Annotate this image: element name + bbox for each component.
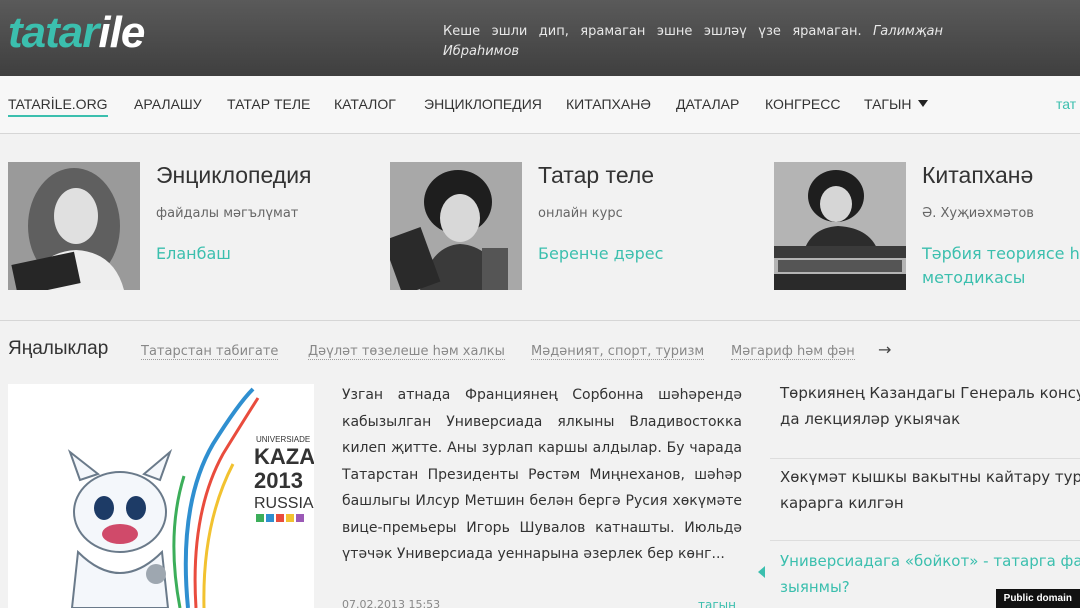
nav-item-tatarile-org[interactable]: TATARİLE.ORG (8, 96, 108, 117)
card-link[interactable]: Беренче дәрес (538, 242, 770, 266)
news-section-title: Яңалыклар (8, 338, 109, 359)
nav-item-katalog[interactable]: КАТАЛОГ (334, 96, 396, 112)
arrow-right-icon[interactable]: → (878, 340, 891, 359)
side-news-line: Төркиянең Казандагы Генераль консу (780, 384, 1080, 402)
nav-item-language[interactable]: тат (1056, 96, 1076, 112)
nav-item-kitaphane[interactable]: КИТАПХАНӘ (566, 96, 651, 112)
feature-card-library: Китапханә Ә. Хуҗиәхмәтов Тәрбия теориясе… (774, 162, 1080, 302)
logo-part-ile: ile (98, 8, 145, 57)
nav-item-datalar[interactable]: ДАТАЛАР (676, 96, 739, 112)
nav-item-kongress[interactable]: КОНГРЕСС (765, 96, 840, 112)
section-divider (0, 320, 1080, 321)
side-news-item[interactable]: Хөкүмәт кышкы вакытны кайтару туры карар… (770, 464, 1080, 516)
quote-text: Кеше эшли дип, ярамаган эшне эшләү үзе я… (443, 24, 862, 39)
logo-part-tatar: tatar (8, 8, 99, 57)
news-tab-state[interactable]: Дәүләт төзелеше һәм халкы (308, 344, 505, 360)
header-bar: tatarile Кеше эшли дип, ярамаган эшне эш… (0, 0, 1080, 76)
card-title[interactable]: Татар теле (538, 162, 654, 189)
nav-item-encyclopedia[interactable]: ЭНЦИКЛОПЕДИЯ (424, 96, 542, 112)
site-logo[interactable]: tatarile (8, 8, 145, 58)
nav-item-tatar-tele[interactable]: ТАТАР ТЕЛЕ (227, 96, 310, 112)
nav-item-more[interactable]: ТАГЫН (864, 96, 928, 112)
image-text-universiade: UNIVERSIADE (256, 435, 310, 444)
side-separator (770, 540, 1080, 541)
side-news-line: Универсиадага «бойкот» - татарга фа (780, 552, 1080, 570)
image-credit-badge: Public domain (995, 589, 1080, 608)
image-text-year: 2013 (254, 468, 303, 493)
feature-card-encyclopedia: Энциклопедия файдалы мәгълүмат Еланбаш (8, 162, 388, 302)
card-title[interactable]: Китапханә (922, 162, 1033, 189)
side-separator (770, 458, 1080, 459)
card-link[interactable]: Тәрбия теориясе һ методикасы (922, 242, 1080, 290)
nav-item-aralashu[interactable]: АРАЛАШУ (134, 96, 202, 112)
news-tab-culture[interactable]: Мәдәният, спорт, туризм (531, 344, 705, 360)
side-news-line: да лекцияләр укыячак (780, 410, 961, 428)
card-subtitle: файдалы мәгълүмат (156, 206, 299, 221)
news-more-link[interactable]: тагын (698, 598, 736, 608)
card-photo-boy[interactable] (390, 162, 522, 290)
feature-card-tatar-language: Татар теле онлайн курс Беренче дәрес (390, 162, 770, 302)
news-tab-nature[interactable]: Татарстан табигате (141, 344, 279, 360)
side-news-item[interactable]: Төркиянең Казандагы Генераль консу да ле… (770, 380, 1080, 432)
news-article-text[interactable]: Узган атнада Франциянең Сорбонна шәһәрен… (342, 382, 742, 568)
image-text-kazan: KAZAN (254, 444, 314, 469)
caret-down-icon (917, 100, 928, 107)
side-news-line: карарга килгән (780, 494, 904, 512)
side-news-line: Хөкүмәт кышкы вакытны кайтару туры (780, 468, 1080, 486)
card-photo-girl-books[interactable] (774, 162, 906, 290)
card-subtitle: онлайн курс (538, 206, 623, 221)
card-link[interactable]: Еланбаш (156, 242, 388, 266)
nav-more-label: ТАГЫН (864, 96, 912, 112)
active-marker-icon (758, 566, 765, 578)
news-tab-education[interactable]: Мәгариф һәм фән (731, 344, 855, 360)
news-image-universiade[interactable]: UNIVERSIADE KAZAN 2013 RUSSIA (8, 384, 314, 608)
news-date: 07.02.2013 15:53 (342, 598, 441, 608)
main-nav: TATARİLE.ORG АРАЛАШУ ТАТАР ТЕЛЕ КАТАЛОГ … (0, 76, 1080, 134)
card-title[interactable]: Энциклопедия (156, 162, 312, 189)
card-photo-woman[interactable] (8, 162, 140, 290)
card-subtitle: Ә. Хуҗиәхмәтов (922, 206, 1034, 221)
image-text-russia: RUSSIA (254, 495, 314, 512)
header-quote: Кеше эшли дип, ярамаган эшне эшләү үзе я… (443, 22, 943, 62)
